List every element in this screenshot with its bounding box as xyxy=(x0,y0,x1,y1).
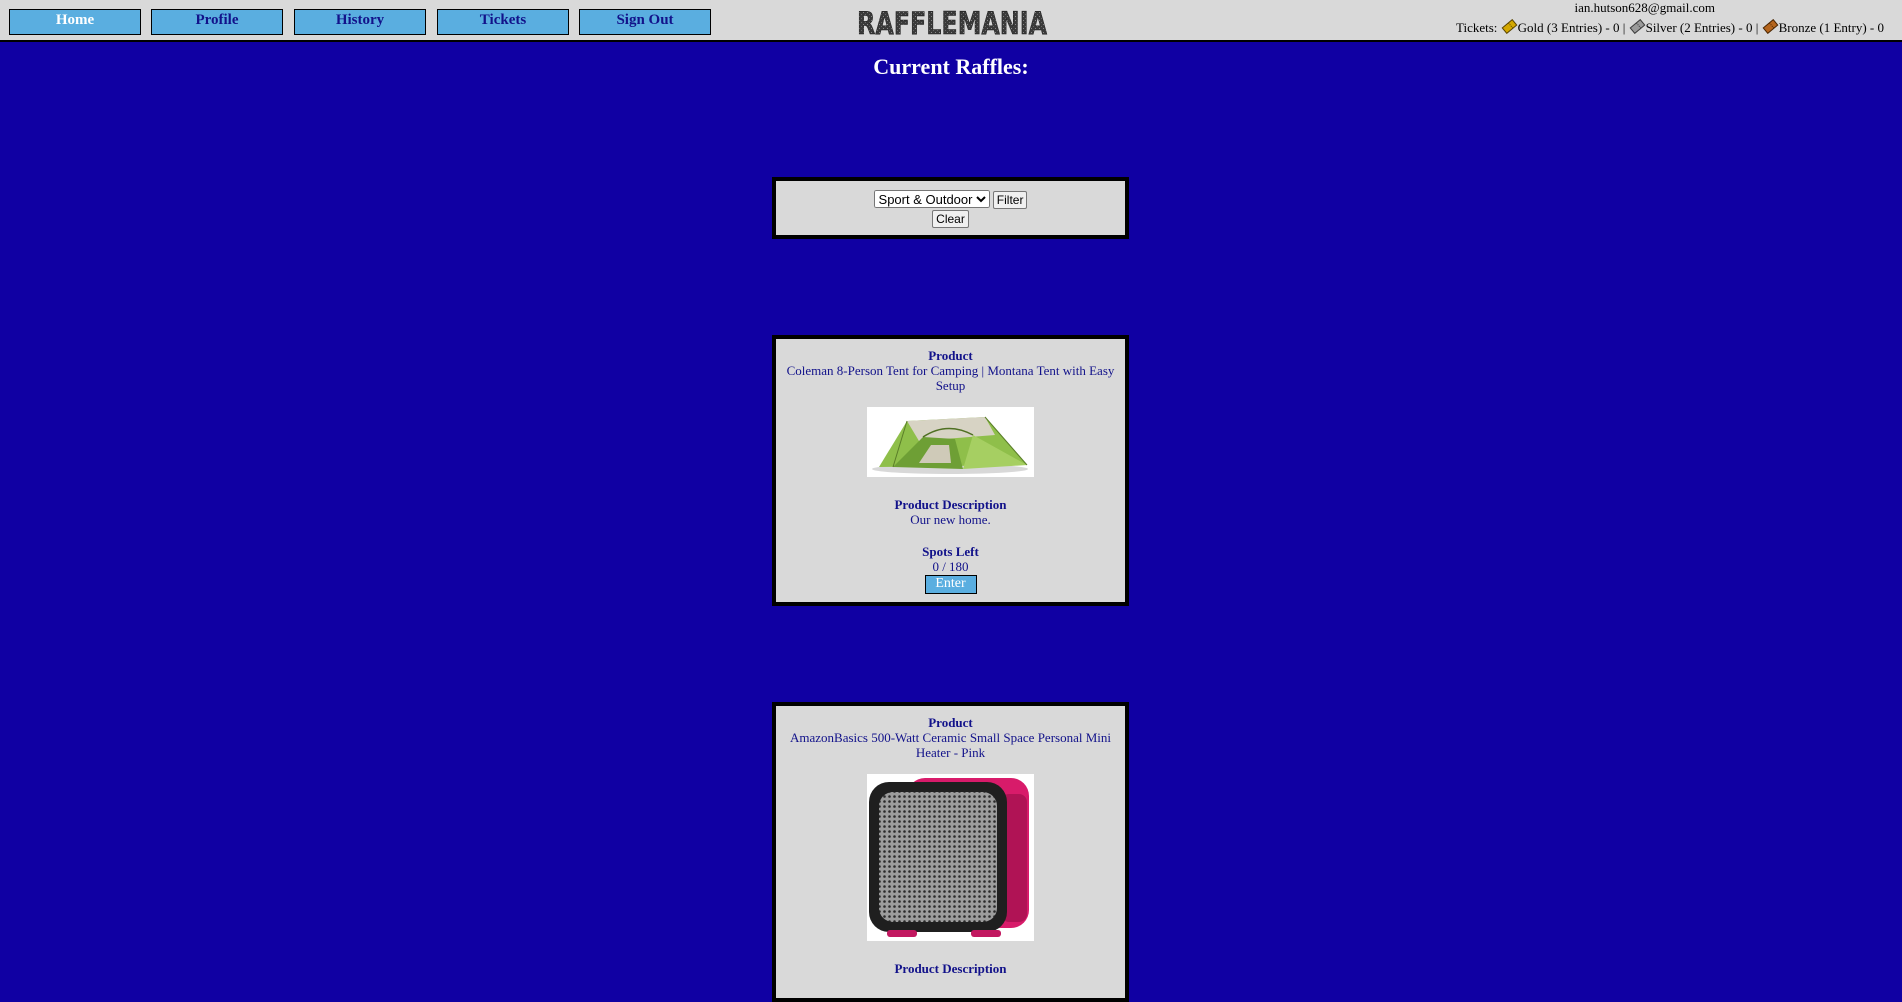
raffle-card: Product Coleman 8-Person Tent for Campin… xyxy=(772,335,1129,606)
user-email: ian.hutson628@gmail.com xyxy=(1574,0,1715,15)
page-title: Current Raffles: xyxy=(873,54,1029,79)
enter-raffle-button[interactable]: Enter xyxy=(924,575,977,594)
ticket-balance: Tickets: Gold (3 Entries) - 0 | Silver (… xyxy=(1456,18,1884,38)
description-label: Product Description xyxy=(894,961,1007,976)
tickets-label: Tickets: xyxy=(1456,20,1498,35)
top-header: Home Profile History Tickets Sign Out RA… xyxy=(0,0,1902,42)
logo-text: RAFFLEMANIA xyxy=(857,6,1047,38)
nav-history-button[interactable]: History xyxy=(294,9,426,35)
gold-ticket-icon xyxy=(1501,18,1518,38)
nav-profile-button[interactable]: Profile xyxy=(151,9,283,35)
filter-button[interactable]: Filter xyxy=(992,191,1028,209)
gold-ticket-count: Gold (3 Entries) - 0 xyxy=(1517,20,1620,35)
heater-product-image xyxy=(867,774,1034,941)
bronze-ticket-count: Bronze (1 Entry) - 0 xyxy=(1778,20,1884,35)
product-label: Product xyxy=(928,715,973,730)
bronze-ticket-icon xyxy=(1762,18,1779,38)
silver-ticket-icon xyxy=(1629,18,1646,38)
nav-tickets-button[interactable]: Tickets xyxy=(437,9,569,35)
product-description: Our new home. xyxy=(910,512,991,527)
filter-panel: Sport & Outdoor Filter Clear xyxy=(772,177,1129,239)
clear-button[interactable]: Clear xyxy=(932,210,969,228)
raffle-card: Product AmazonBasics 500-Watt Ceramic Sm… xyxy=(772,702,1129,1002)
product-name: Coleman 8-Person Tent for Camping | Mont… xyxy=(786,363,1115,393)
spots-left-value: 0 / 180 xyxy=(932,559,969,574)
nav-sign-out-button[interactable]: Sign Out xyxy=(579,9,711,35)
description-label: Product Description xyxy=(894,497,1007,512)
separator: | xyxy=(1622,20,1626,35)
rafflemania-logo[interactable]: RAFFLEMANIA xyxy=(855,4,1050,38)
product-label: Product xyxy=(928,348,973,363)
nav-home-button[interactable]: Home xyxy=(9,9,141,35)
product-name: AmazonBasics 500-Watt Ceramic Small Spac… xyxy=(790,730,1111,760)
separator: | xyxy=(1755,20,1759,35)
spots-label: Spots Left xyxy=(922,544,979,559)
category-select[interactable]: Sport & Outdoor xyxy=(873,190,990,208)
tent-product-image xyxy=(867,407,1034,477)
silver-ticket-count: Silver (2 Entries) - 0 xyxy=(1645,20,1753,35)
